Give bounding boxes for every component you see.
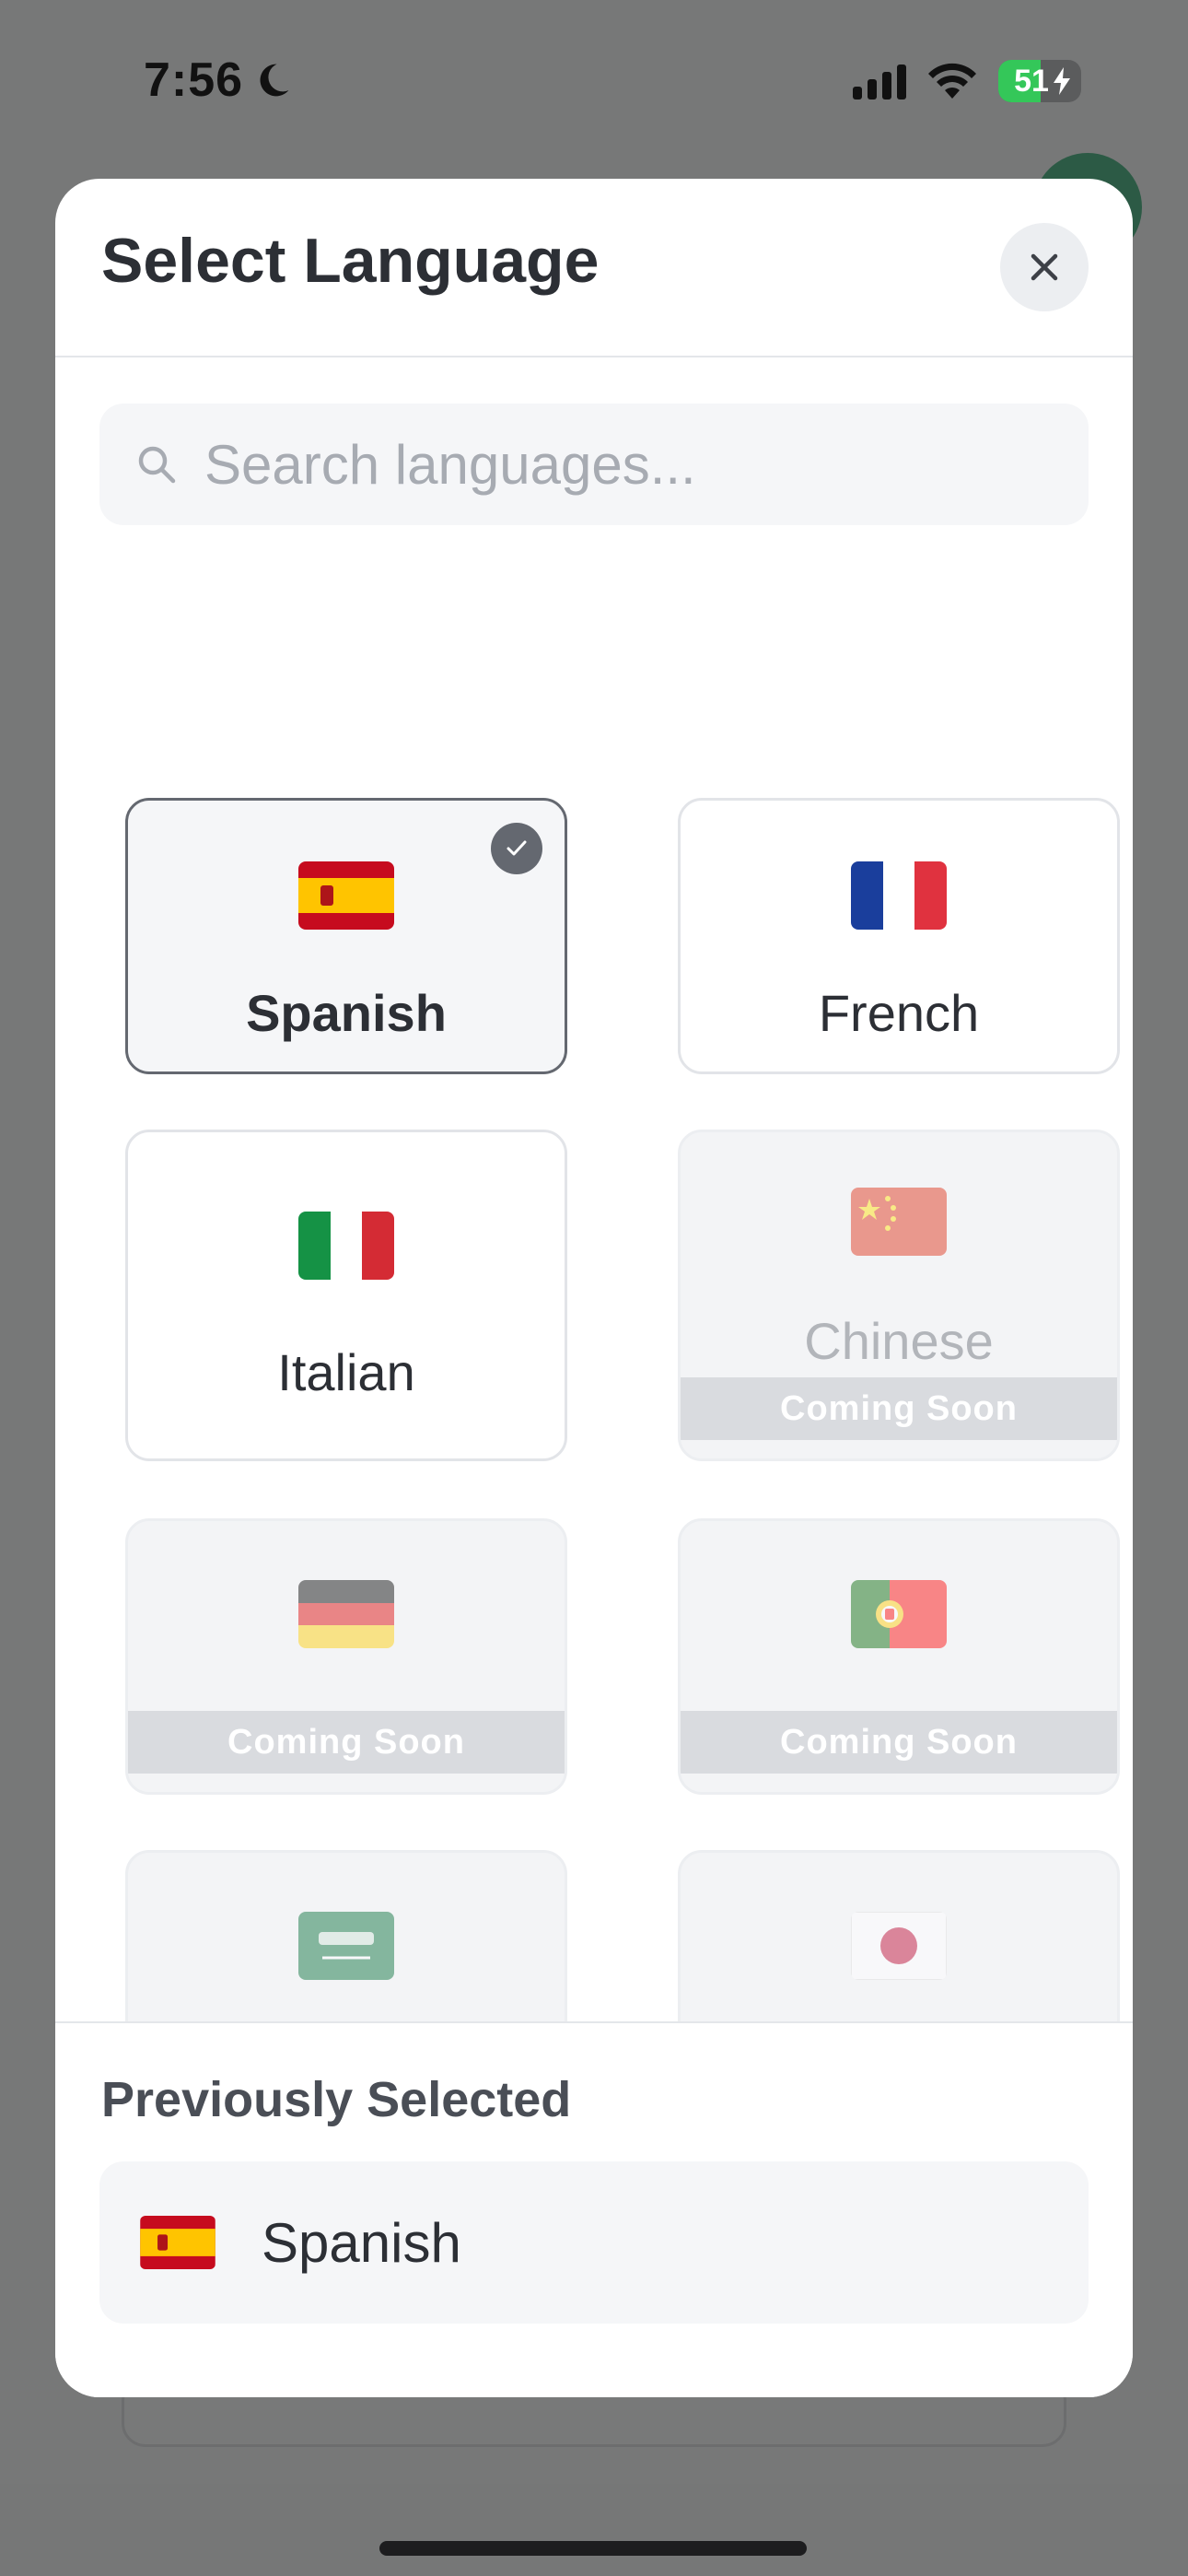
moon-icon: [260, 64, 289, 97]
language-card-french[interactable]: French: [678, 798, 1120, 1074]
language-card-japanese: Coming Soon: [678, 1850, 1120, 2021]
language-card-spanish[interactable]: Spanish: [125, 798, 567, 1074]
spain-flag-icon: [140, 2216, 215, 2269]
coming-soon-badge: Coming Soon: [128, 1711, 565, 1774]
coming-soon-badge: Coming Soon: [681, 1377, 1117, 1440]
status-indicators: 51: [853, 55, 1081, 107]
modal-header: Select Language: [55, 179, 1133, 357]
language-card-label: French: [818, 984, 980, 1042]
selected-check-icon: [491, 823, 542, 874]
home-indicator[interactable]: [379, 2541, 807, 2556]
language-card-italian[interactable]: Italian: [125, 1130, 567, 1461]
search-icon: [138, 446, 176, 484]
close-icon: [1031, 253, 1058, 281]
language-card-label: Italian: [277, 1343, 415, 1401]
language-grid: Spanish French Italian Chinese Coming So…: [55, 525, 1133, 2021]
charging-bolt-icon: [1054, 67, 1070, 95]
china-flag-icon: [851, 1188, 947, 1256]
previously-selected-title: Previously Selected: [101, 2072, 572, 2127]
france-flag-icon: [851, 861, 947, 930]
saudi-arabia-flag-icon: [298, 1912, 394, 1980]
italy-flag-icon: [298, 1212, 394, 1280]
language-card-arabic: Coming Soon: [125, 1850, 567, 2021]
close-button[interactable]: [1000, 223, 1089, 311]
battery-icon: 51: [998, 60, 1081, 102]
search-input[interactable]: [204, 432, 1015, 497]
coming-soon-badge: Coming Soon: [681, 1711, 1117, 1774]
language-card-german: Coming Soon: [125, 1518, 567, 1795]
wifi-icon: [928, 63, 976, 99]
language-card-label: Chinese: [804, 1312, 994, 1370]
japan-flag-icon: [851, 1912, 947, 1980]
select-language-modal: Select Language Spanish: [55, 179, 1133, 2397]
language-card-chinese: Chinese Coming Soon: [678, 1130, 1120, 1461]
background-footer: [0, 2484, 1188, 2576]
portugal-flag-icon: [851, 1580, 947, 1648]
search-box[interactable]: [99, 404, 1089, 525]
spain-flag-icon: [298, 861, 394, 930]
modal-title: Select Language: [101, 226, 600, 296]
status-time-text: 7:56: [144, 53, 244, 107]
previously-selected-label: Spanish: [262, 2211, 461, 2274]
previously-selected-item-spanish[interactable]: Spanish: [99, 2161, 1089, 2324]
previously-selected-section: Previously Selected Spanish: [55, 2021, 1133, 2397]
cellular-signal-icon: [853, 63, 906, 100]
language-card-portuguese: Coming Soon: [678, 1518, 1120, 1795]
germany-flag-icon: [298, 1580, 394, 1648]
status-time: 7:56: [144, 48, 293, 112]
language-card-label: Spanish: [246, 984, 447, 1042]
